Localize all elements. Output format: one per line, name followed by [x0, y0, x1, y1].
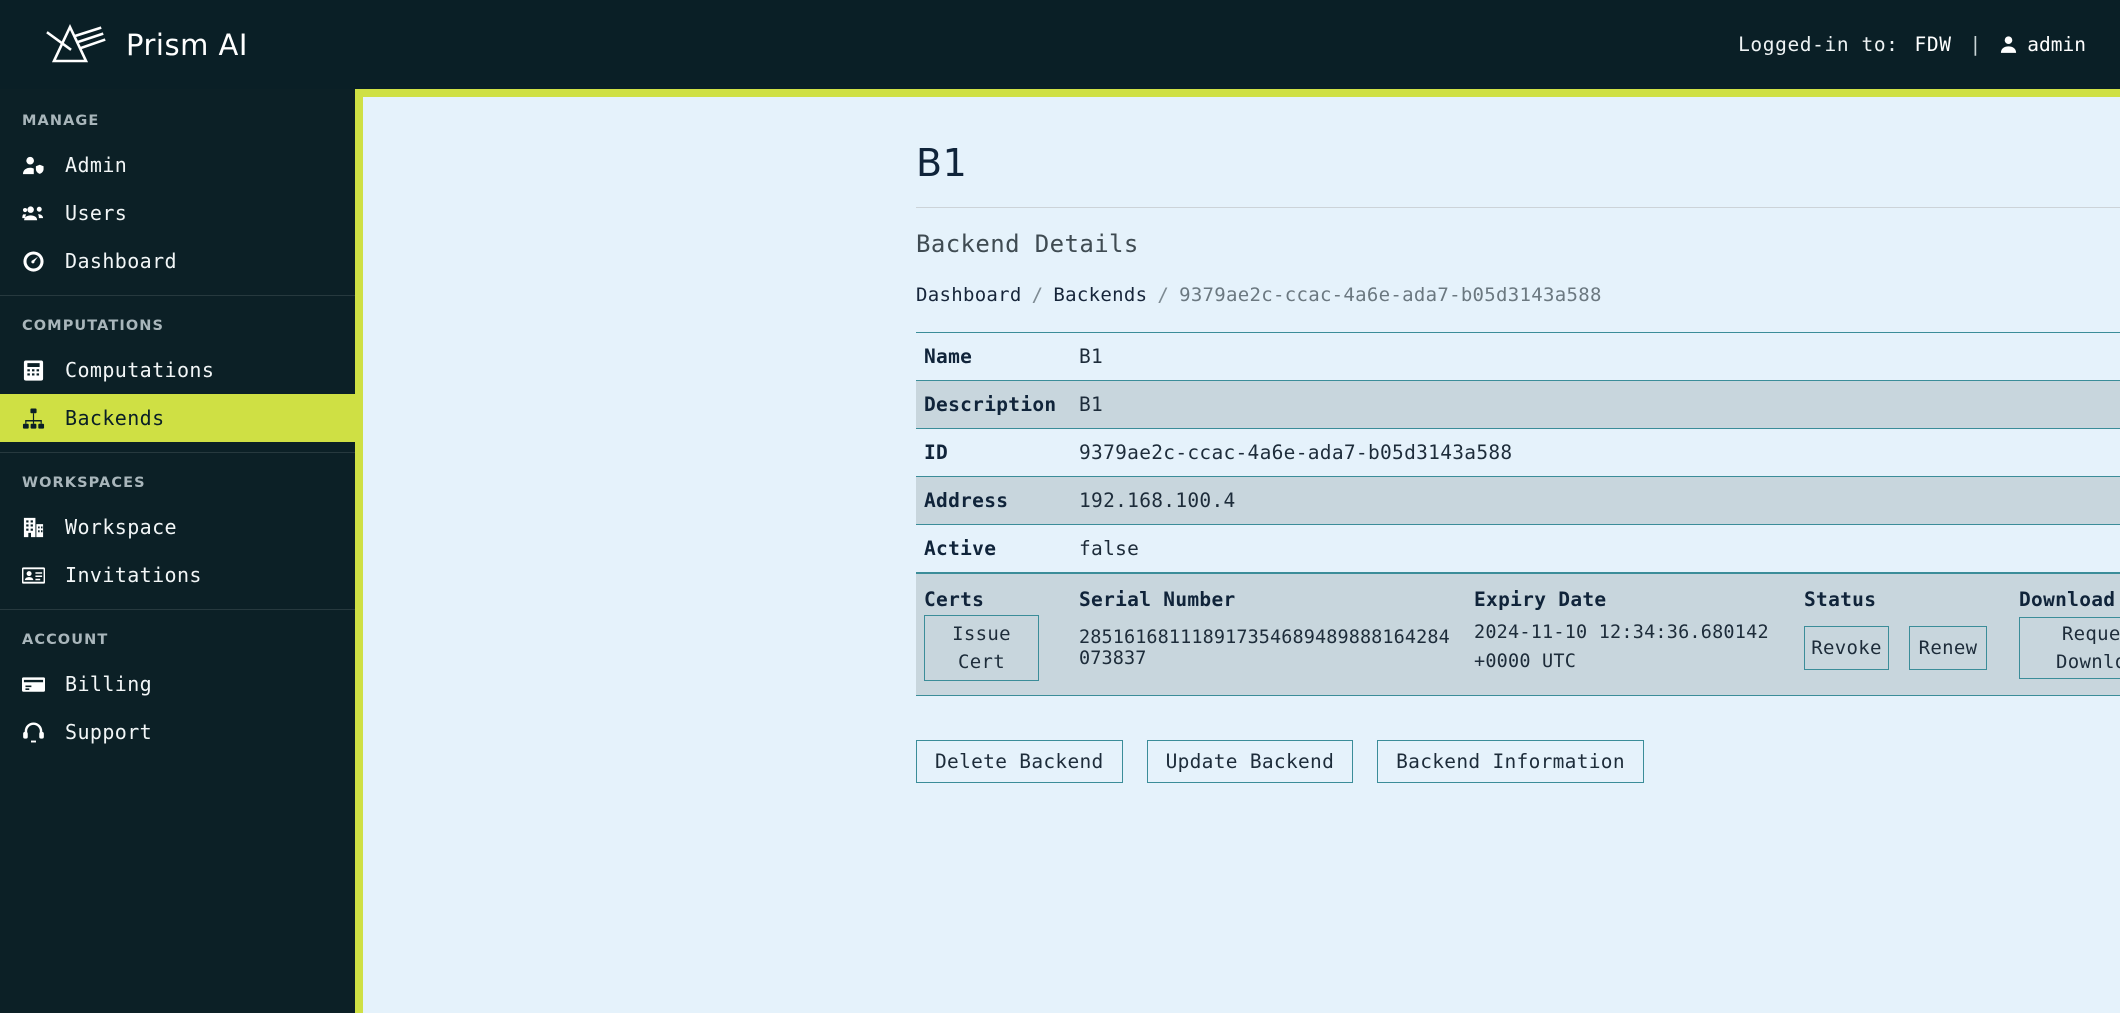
- sidebar-group-title: ACCOUNT: [22, 632, 109, 648]
- prism-logo-icon: [46, 23, 106, 62]
- serial-column-header: Serial Number: [1079, 588, 1236, 611]
- cert-status-cell: Revoke Renew: [1804, 626, 2019, 670]
- certs-header-row: Certs Serial Number Expiry Date Status D…: [916, 574, 2120, 615]
- revoke-button[interactable]: Revoke: [1804, 626, 1889, 670]
- app-root: Prism AI Logged-in to: FDW | admin MANAG…: [0, 0, 2120, 1013]
- sidebar-item-computations[interactable]: Computations: [0, 346, 355, 394]
- content-area: B1 Backend Details Dashboard / Backends …: [363, 97, 2120, 1013]
- top-bar: Prism AI Logged-in to: FDW | admin: [0, 0, 2120, 89]
- sidebar-group-title: WORKSPACES: [22, 475, 146, 491]
- certs-column-header: Certs: [924, 588, 985, 611]
- detail-key: Name: [924, 345, 973, 368]
- issue-cert-cell: Issue Cert: [924, 615, 1079, 681]
- cert-serial-number: 285161681118917354689489888164284073837: [1079, 627, 1450, 669]
- user-shield-icon: [22, 156, 44, 174]
- sidebar-item-label: Workspace: [65, 515, 177, 539]
- sidebar-item-label: Billing: [65, 672, 153, 696]
- content-frame: B1 Backend Details Dashboard / Backends …: [355, 89, 2120, 1013]
- expiry-column-header: Expiry Date: [1474, 588, 1607, 611]
- headset-icon: [23, 721, 44, 742]
- users-icon: [22, 205, 44, 220]
- sidebar-item-label: Computations: [65, 358, 215, 382]
- breadcrumb: Dashboard / Backends / 9379ae2c-ccac-4a6…: [363, 284, 2120, 332]
- detail-key: ID: [924, 441, 949, 464]
- page-header: B1: [363, 141, 2120, 207]
- delete-backend-button[interactable]: Delete Backend: [916, 740, 1123, 783]
- top-bar-right: Logged-in to: FDW | admin: [1738, 33, 2086, 56]
- body: MANAGE Admin Users Dashboard COMPUTATION…: [0, 89, 2120, 1013]
- page-subtitle: Backend Details: [916, 230, 1139, 258]
- sidebar-item-users[interactable]: Users: [0, 189, 355, 237]
- issue-cert-button[interactable]: Issue Cert: [924, 615, 1039, 681]
- sidebar-group-title: MANAGE: [22, 113, 100, 129]
- update-backend-button[interactable]: Update Backend: [1146, 740, 1354, 783]
- breadcrumb-separator: /: [1157, 284, 1170, 306]
- gauge-icon: [23, 250, 44, 272]
- detail-value: B1: [1079, 345, 1104, 368]
- sidebar-item-support[interactable]: Support: [0, 708, 355, 756]
- table-row: Active false: [916, 524, 2120, 573]
- calculator-icon: [23, 359, 44, 381]
- breadcrumb-separator: /: [1031, 284, 1044, 306]
- sidebar-group-computations: COMPUTATIONS Computations Backends: [0, 295, 355, 452]
- cert-download-cell: Request Download: [2019, 617, 2120, 679]
- detail-value: 192.168.100.4: [1079, 489, 1236, 512]
- logged-in-label: Logged-in to:: [1738, 33, 1899, 56]
- table-row: Description B1: [916, 380, 2120, 429]
- sidebar-item-backends[interactable]: Backends: [0, 394, 355, 442]
- detail-value: B1: [1079, 393, 1104, 416]
- action-buttons: Delete Backend Update Backend Backend In…: [916, 696, 2120, 783]
- sidebar: MANAGE Admin Users Dashboard COMPUTATION…: [0, 89, 355, 1013]
- sidebar-item-workspace[interactable]: Workspace: [0, 503, 355, 551]
- sidebar-item-label: Admin: [65, 153, 128, 177]
- detail-key: Description: [924, 393, 1057, 416]
- sidebar-item-label: Dashboard: [65, 249, 177, 273]
- tenant-name: FDW: [1914, 33, 1952, 56]
- sidebar-group-title: COMPUTATIONS: [22, 318, 165, 334]
- detail-key: Active: [924, 537, 997, 560]
- brand[interactable]: Prism AI: [44, 23, 248, 67]
- building-icon: [23, 517, 44, 537]
- brand-name: Prism AI: [126, 27, 248, 62]
- sidebar-item-dashboard[interactable]: Dashboard: [0, 237, 355, 285]
- sidebar-item-invitations[interactable]: Invitations: [0, 551, 355, 599]
- backend-details-table: Name B1 Description B1 ID 9379ae2c-ccac-…: [916, 332, 2120, 573]
- sidebar-group-workspaces: WORKSPACES Workspace Invitations: [0, 452, 355, 609]
- user-menu[interactable]: admin: [1999, 33, 2086, 56]
- detail-key: Address: [924, 489, 1009, 512]
- sitemap-icon: [22, 407, 45, 429]
- username: admin: [2027, 33, 2086, 56]
- header-separator: |: [1969, 33, 1982, 56]
- sidebar-item-label: Backends: [65, 406, 165, 430]
- cert-expiry-date: 2024-11-10 12:34:36.680142 +0000 UTC: [1474, 622, 1769, 672]
- sidebar-item-label: Users: [65, 201, 128, 225]
- download-column-header: Download: [2019, 588, 2116, 611]
- renew-button[interactable]: Renew: [1909, 626, 1987, 670]
- certs-panel: Certs Serial Number Expiry Date Status D…: [916, 573, 2120, 696]
- sidebar-item-admin[interactable]: Admin: [0, 141, 355, 189]
- breadcrumb-item-dashboard[interactable]: Dashboard: [916, 284, 1022, 306]
- page-title: B1: [916, 141, 968, 185]
- credit-card-icon: [22, 676, 45, 692]
- sidebar-item-label: Invitations: [65, 563, 202, 587]
- detail-value: 9379ae2c-ccac-4a6e-ada7-b05d3143a588: [1079, 441, 1513, 464]
- table-row: Name B1: [916, 332, 2120, 381]
- sidebar-group-account: ACCOUNT Billing Support: [0, 609, 355, 766]
- table-row: ID 9379ae2c-ccac-4a6e-ada7-b05d3143a588: [916, 428, 2120, 477]
- sidebar-item-billing[interactable]: Billing: [0, 660, 355, 708]
- request-download-button[interactable]: Request Download: [2019, 617, 2120, 679]
- status-column-header: Status: [1804, 588, 1877, 611]
- detail-value: false: [1079, 537, 1140, 560]
- user-icon: [2001, 36, 2017, 53]
- breadcrumb-current: 9379ae2c-ccac-4a6e-ada7-b05d3143a588: [1179, 284, 1602, 306]
- breadcrumb-item-backends[interactable]: Backends: [1053, 284, 1147, 306]
- table-row: Address 192.168.100.4: [916, 476, 2120, 525]
- backend-information-button[interactable]: Backend Information: [1377, 740, 1644, 783]
- sidebar-item-label: Support: [65, 720, 153, 744]
- certs-data-row: Issue Cert 28516168111891735468948988816…: [916, 615, 2120, 681]
- sidebar-group-manage: MANAGE Admin Users Dashboard: [0, 105, 355, 295]
- id-card-icon: [22, 566, 45, 584]
